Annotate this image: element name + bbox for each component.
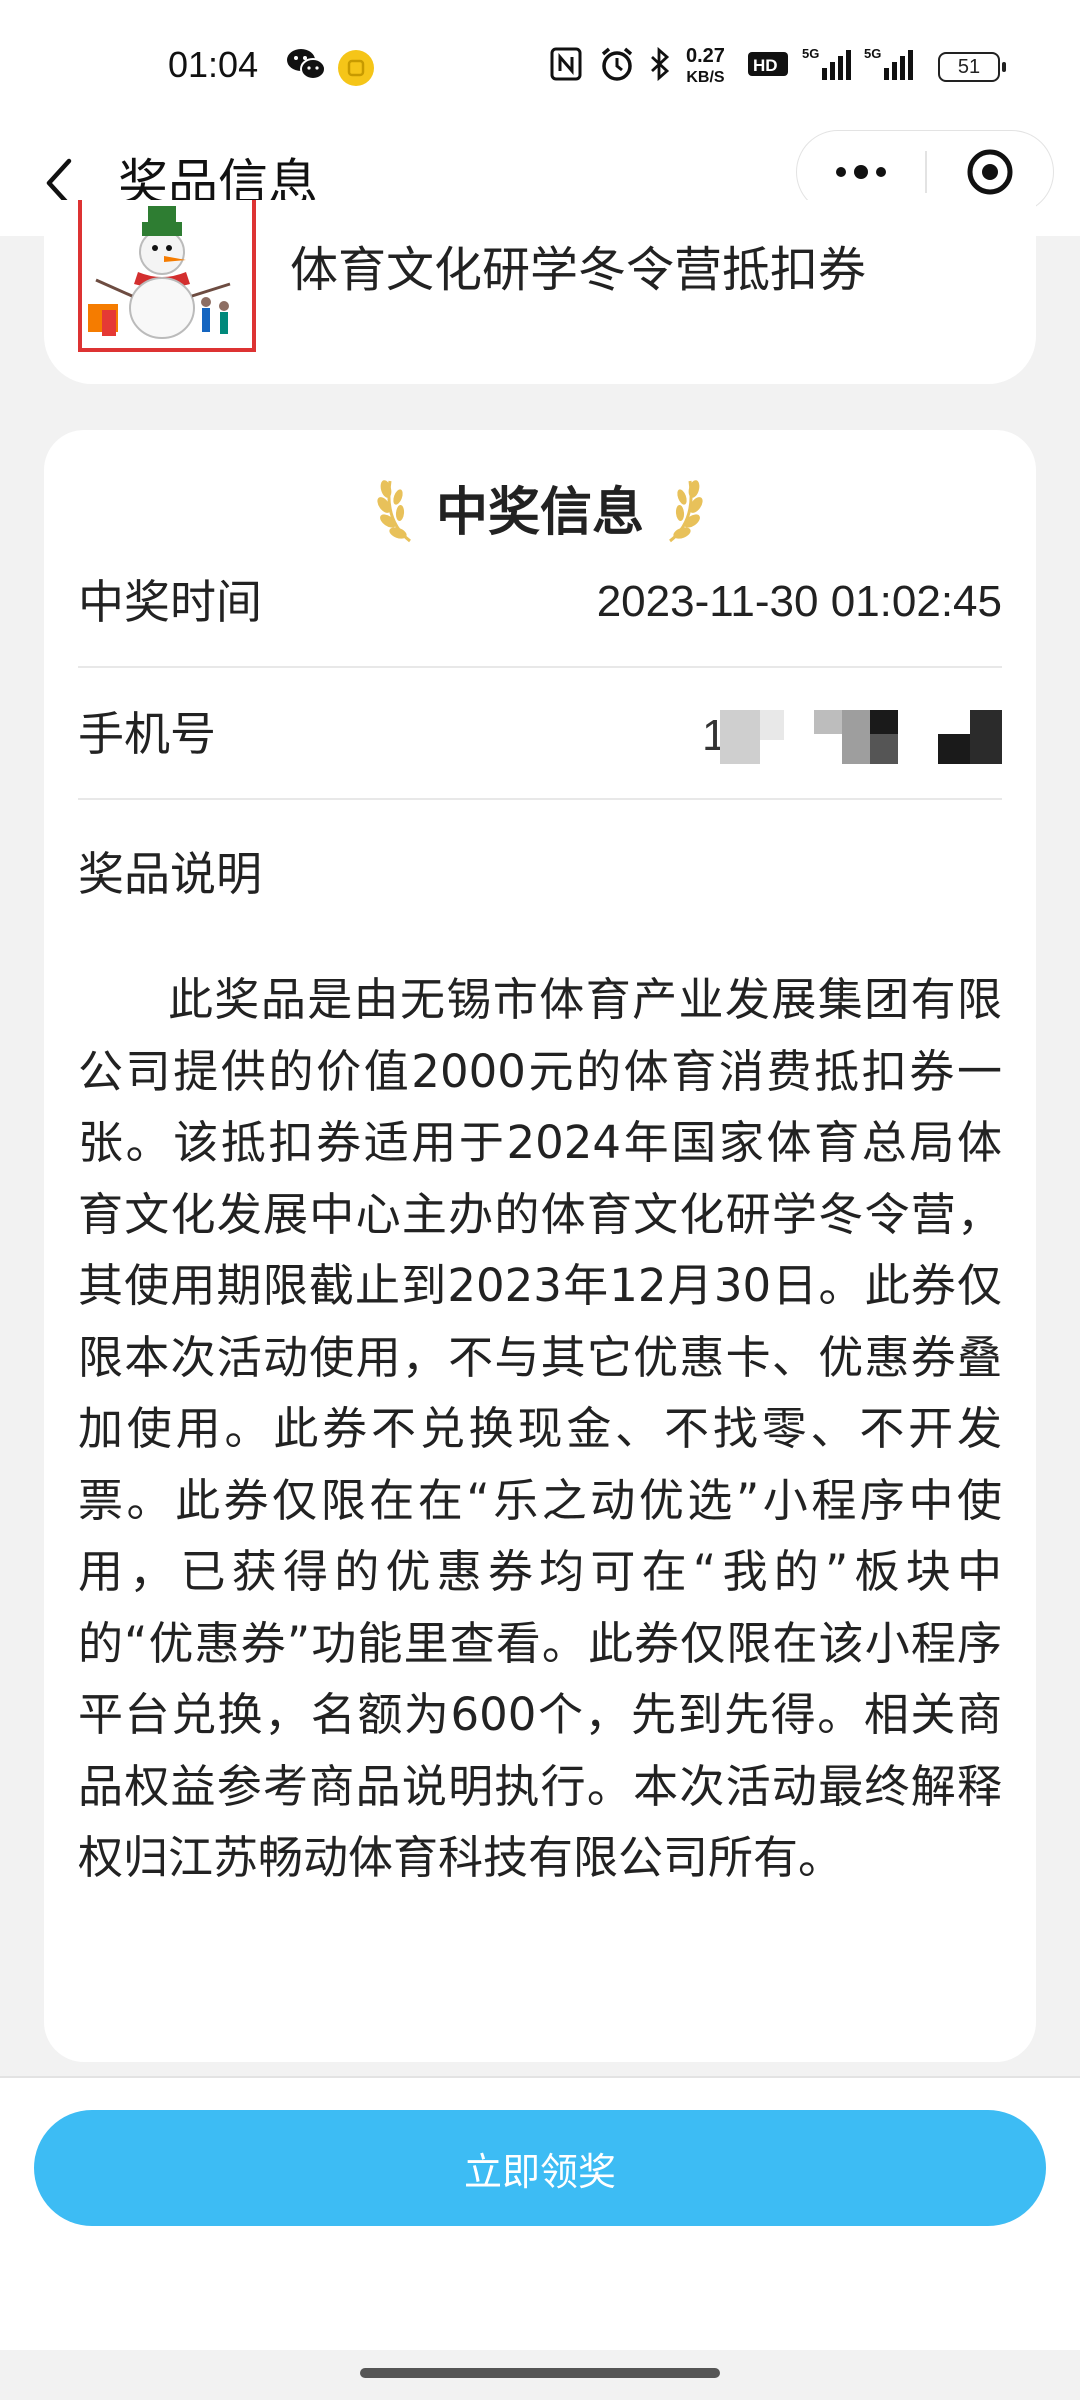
home-indicator[interactable] (360, 2368, 720, 2378)
status-bar: 01:04 0.27 KB/S HD 5G 5G 51 (0, 0, 1080, 130)
prize-card: 体育文化研学冬令营抵扣券 (44, 200, 1036, 384)
signal-5g-icon: 5G (802, 46, 852, 82)
hd-icon: HD (746, 46, 790, 82)
win-time-value: 2023-11-30 01:02:45 (596, 577, 1002, 626)
network-speed: 0.27 KB/S (686, 46, 725, 88)
prize-description-label: 奖品说明 (78, 847, 262, 901)
row-divider (78, 798, 1002, 800)
prize-thumbnail (78, 200, 256, 352)
svg-text:HD: HD (753, 56, 778, 75)
laurel-left-icon (377, 479, 411, 542)
status-time: 01:04 (168, 44, 259, 85)
mini-program-icon (338, 50, 374, 86)
win-time-row: 中奖时间 2023-11-30 01:02:45 (78, 536, 1002, 668)
phone-row: 手机号 1 (78, 668, 1002, 800)
wechat-icon (286, 46, 326, 82)
speed-value: 0.27 (686, 45, 725, 67)
battery-indicator: 51 (938, 52, 1006, 82)
win-time-label: 中奖时间 (78, 575, 262, 629)
masked-phone-number: 1 (702, 710, 1002, 764)
laurel-right-icon (669, 479, 703, 542)
prize-name: 体育文化研学冬令营抵扣券 (290, 242, 867, 298)
nfc-icon (550, 46, 582, 82)
info-title: 中奖信息 (435, 483, 644, 543)
claim-prize-button[interactable]: 立即领奖 (34, 2110, 1046, 2226)
bluetooth-icon (648, 46, 672, 82)
phone-label: 手机号 (78, 707, 216, 761)
svg-text:5G: 5G (802, 46, 819, 61)
winning-info-card: 中奖信息 中奖时间 2023-11-30 01:02:45 手机号 1 奖品说明… (44, 430, 1036, 2062)
prize-description-text: 此奖品是由无锡市体育产业发展集团有限公司提供的价值2000元的体育消费抵扣券一张… (78, 973, 1002, 1884)
alarm-icon (598, 46, 636, 82)
signal-5g-icon: 5G (864, 46, 914, 82)
speed-unit: KB/S (686, 69, 725, 86)
svg-text:5G: 5G (864, 46, 881, 61)
info-heading: 中奖信息 (44, 470, 1036, 545)
